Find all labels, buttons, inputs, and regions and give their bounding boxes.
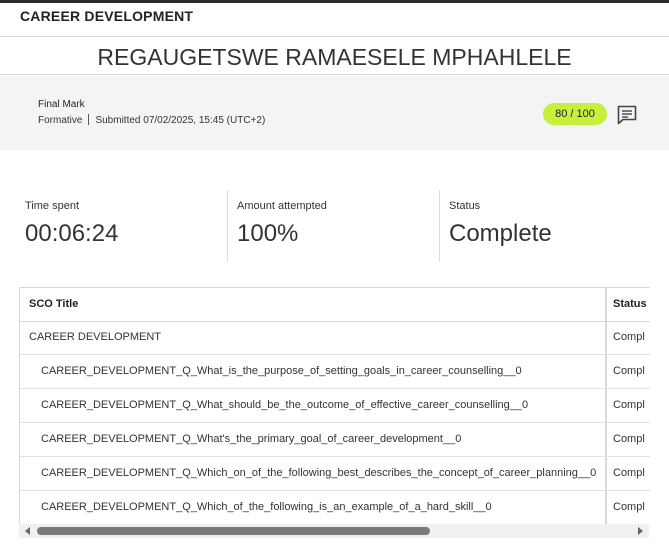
status-cell: Compl — [613, 399, 645, 411]
meta-separator — [88, 114, 90, 125]
status-cell: Compl — [613, 365, 645, 377]
sco-title-cell: CAREER DEVELOPMENT — [29, 331, 162, 343]
final-mark-label: Final Mark — [38, 99, 85, 110]
table-header: SCO Title Status — [20, 288, 650, 322]
table-row: CAREER_DEVELOPMENT_Q_Which_on_of_the_fol… — [20, 457, 650, 491]
score-badge: 80 / 100 — [543, 103, 607, 125]
table-row: CAREER DEVELOPMENT Compl — [20, 321, 650, 355]
column-header-sco-title[interactable]: SCO Title — [29, 288, 78, 321]
table-row: CAREER_DEVELOPMENT_Q_Which_of_the_follow… — [20, 491, 650, 524]
sco-title-cell: CAREER_DEVELOPMENT_Q_What's_the_primary_… — [41, 433, 462, 445]
scrollbar-thumb[interactable] — [37, 527, 430, 535]
horizontal-scrollbar[interactable] — [19, 524, 649, 538]
stat-divider — [439, 190, 440, 262]
table-row: CAREER_DEVELOPMENT_Q_What_is_the_purpose… — [20, 355, 650, 389]
sco-title-cell: CAREER_DEVELOPMENT_Q_Which_of_the_follow… — [41, 501, 492, 513]
final-mark-panel: Final Mark Formative Submitted 07/02/2025… — [0, 76, 669, 150]
table-row: CAREER_DEVELOPMENT_Q_What_should_be_the_… — [20, 389, 650, 423]
page-title: CAREER DEVELOPMENT — [20, 8, 194, 24]
submission-meta: Formative Submitted 07/02/2025, 15:45 (UT… — [38, 114, 265, 126]
scroll-left-icon[interactable] — [23, 526, 33, 536]
sco-table: SCO Title Status CAREER DEVELOPMENT Comp… — [19, 287, 650, 524]
stat-value: 100% — [237, 220, 299, 247]
comment-icon — [617, 105, 637, 125]
stat-label: Amount attempted — [237, 200, 327, 212]
sco-title-cell: CAREER_DEVELOPMENT_Q_What_should_be_the_… — [41, 399, 529, 411]
stat-divider — [227, 190, 228, 262]
stat-label: Status — [449, 200, 481, 212]
status-cell: Compl — [613, 433, 645, 445]
student-name: REGAUGETSWE RAMAESELE MPHAHLELE — [0, 38, 669, 75]
sco-title-cell: CAREER_DEVELOPMENT_Q_What_is_the_purpose… — [41, 365, 522, 377]
status-cell: Compl — [613, 501, 645, 513]
scroll-right-icon[interactable] — [635, 526, 645, 536]
stat-label: Time spent — [25, 200, 80, 212]
feedback-button[interactable] — [615, 103, 639, 127]
table-row: CAREER_DEVELOPMENT_Q_What's_the_primary_… — [20, 423, 650, 457]
stat-value: Complete — [449, 220, 552, 247]
assessment-type: Formative — [38, 115, 83, 126]
status-cell: Compl — [613, 467, 645, 479]
column-header-status[interactable]: Status — [613, 288, 647, 321]
stat-value: 00:06:24 — [25, 220, 119, 247]
status-cell: Compl — [613, 331, 645, 343]
page-header: CAREER DEVELOPMENT — [0, 3, 669, 37]
sco-title-cell: CAREER_DEVELOPMENT_Q_Which_on_of_the_fol… — [41, 467, 597, 479]
submitted-timestamp: Submitted 07/02/2025, 15:45 (UTC+2) — [95, 115, 266, 126]
